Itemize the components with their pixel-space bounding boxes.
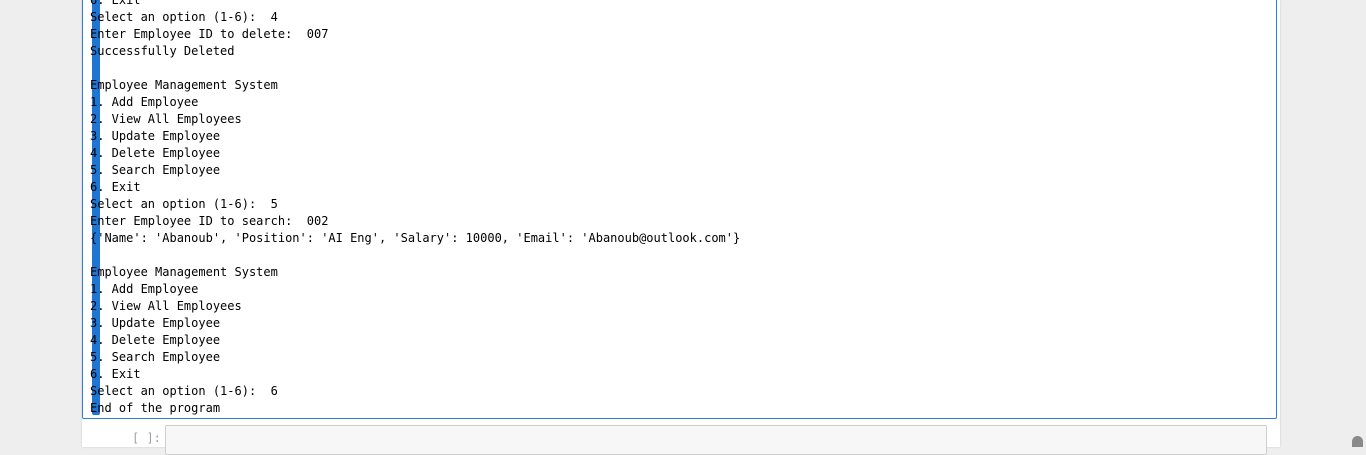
output-line: 6. Exit <box>90 0 141 7</box>
output-line: Select an option (1-6): 5 <box>90 197 278 211</box>
scrollbar-thumb[interactable] <box>1352 436 1363 447</box>
output-line: 4. Delete Employee <box>90 146 221 160</box>
output-line: Select an option (1-6): 4 <box>90 10 278 24</box>
output-line: Employee Management System <box>90 78 278 92</box>
code-input-editor[interactable] <box>165 425 1267 455</box>
output-line: 2. View All Employees <box>90 299 242 313</box>
output-line: 6. Exit <box>90 180 141 194</box>
output-line: 1. Add Employee <box>90 95 199 109</box>
output-line: {'Name': 'Abanoub', 'Position': 'AI Eng'… <box>90 231 741 245</box>
cell-input-prompt: [ ]: <box>132 431 161 445</box>
output-line: Enter Employee ID to delete: 007 <box>90 27 329 41</box>
output-line: 5. Search Employee <box>90 163 221 177</box>
output-line: Employee Management System <box>90 265 278 279</box>
output-line: 5. Search Employee <box>90 350 221 364</box>
output-line: 3. Update Employee <box>90 316 221 330</box>
output-line: 4. Delete Employee <box>90 333 221 347</box>
output-line: 3. Update Employee <box>90 129 221 143</box>
output-line: Enter Employee ID to search: 002 <box>90 214 329 228</box>
output-line: Select an option (1-6): 6 <box>90 384 278 398</box>
output-line: 6. Exit <box>90 367 141 381</box>
output-line: End of the program <box>90 401 221 415</box>
cell-output-area: 6. Exit Select an option (1-6): 4 Enter … <box>90 0 1180 417</box>
output-line: Successfully Deleted <box>90 44 235 58</box>
output-line: 2. View All Employees <box>90 112 242 126</box>
output-line: 1. Add Employee <box>90 282 199 296</box>
